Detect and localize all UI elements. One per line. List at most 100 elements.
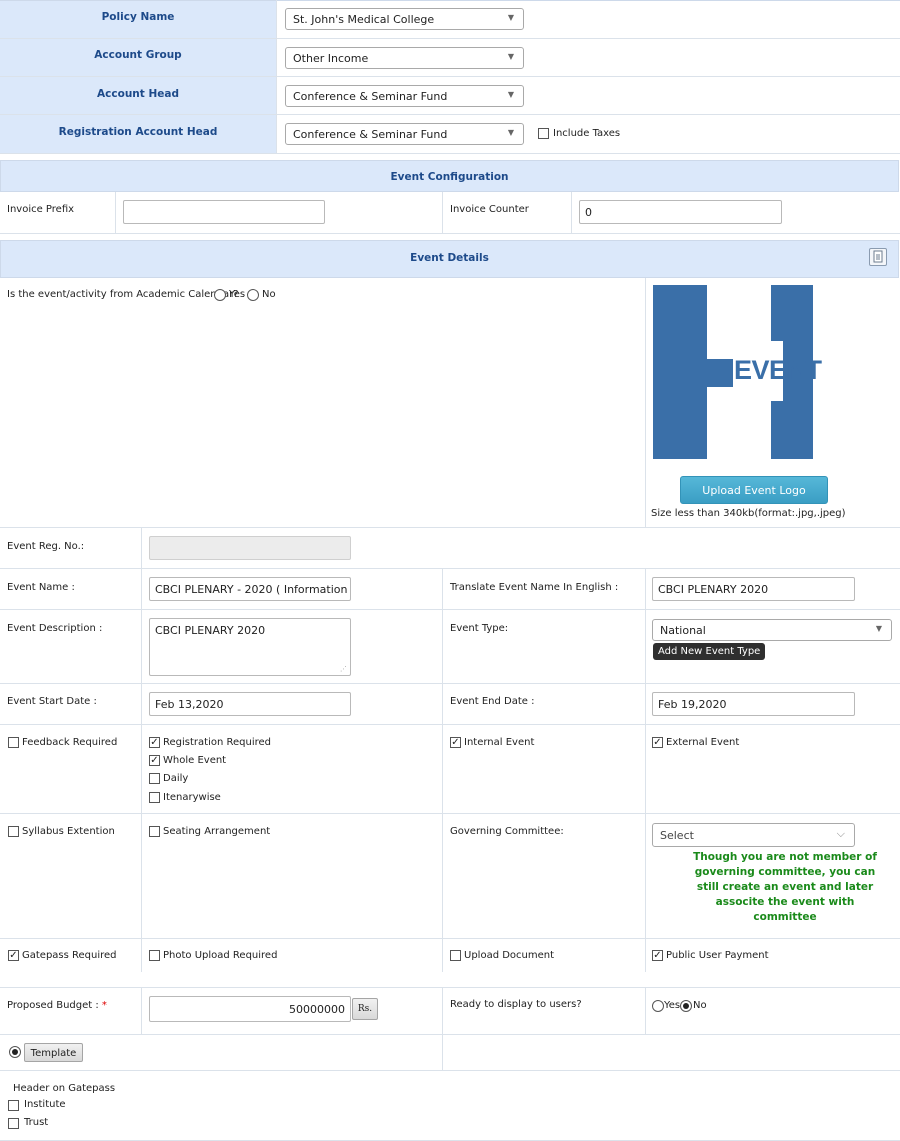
event-configuration-title: Event Configuration bbox=[390, 171, 509, 183]
invoice-prefix-input[interactable] bbox=[123, 200, 325, 224]
policy-name-select[interactable]: St. John's Medical College ▼ bbox=[285, 8, 524, 30]
event-reg-no-input[interactable] bbox=[149, 536, 351, 560]
translate-event-name-input[interactable]: CBCI PLENARY 2020 bbox=[652, 577, 855, 601]
event-details-title: Event Details bbox=[410, 252, 489, 264]
photo-upload-required-label: Photo Upload Required bbox=[163, 950, 278, 961]
chevron-down-icon: ▼ bbox=[507, 13, 514, 22]
event-type-value: National bbox=[660, 624, 706, 637]
public-user-payment-checkbox[interactable]: ✓ bbox=[652, 950, 663, 961]
template-radio[interactable] bbox=[9, 1046, 21, 1058]
event-type-label: Event Type: bbox=[450, 623, 509, 634]
document-icon[interactable] bbox=[869, 248, 887, 266]
academic-yes-label: Yes bbox=[229, 289, 246, 300]
add-new-event-type-button[interactable]: Add New Event Type bbox=[653, 643, 766, 660]
account-head-value: Conference & Seminar Fund bbox=[293, 90, 448, 103]
policy-name-label: Policy Name bbox=[101, 11, 175, 23]
account-head-select[interactable]: Conference & Seminar Fund ▼ bbox=[285, 85, 524, 107]
whole-event-checkbox[interactable]: ✓ bbox=[149, 755, 160, 766]
trust-checkbox[interactable] bbox=[8, 1118, 19, 1129]
seating-arrangement-label: Seating Arrangement bbox=[163, 826, 271, 837]
event-end-date-label: Event End Date : bbox=[450, 696, 535, 707]
itenarywise-label: Itenarywise bbox=[163, 792, 221, 803]
registration-account-head-label: Registration Account Head bbox=[58, 126, 218, 138]
event-details-header: Event Details bbox=[0, 240, 899, 278]
chevron-down-icon: ⌵ bbox=[836, 827, 845, 840]
logo-size-hint: Size less than 340kb(format:.jpg,.jpeg) bbox=[651, 508, 846, 519]
registration-required-label: Registration Required bbox=[163, 737, 271, 748]
daily-checkbox[interactable] bbox=[149, 773, 160, 784]
trust-label: Trust bbox=[24, 1117, 49, 1128]
academic-yes-radio[interactable] bbox=[214, 289, 226, 301]
account-group-value: Other Income bbox=[293, 52, 369, 65]
event-type-select[interactable]: National ▼ bbox=[652, 619, 892, 641]
include-taxes-label: Include Taxes bbox=[553, 128, 621, 139]
registration-required-checkbox[interactable]: ✓ bbox=[149, 737, 160, 748]
ready-yes-radio[interactable] bbox=[652, 1000, 664, 1012]
internal-event-label: Internal Event bbox=[464, 737, 535, 748]
governing-committee-note: Though you are not member of governing c… bbox=[693, 851, 877, 923]
governing-committee-label: Governing Committee: bbox=[450, 826, 564, 837]
chevron-down-icon: ▼ bbox=[507, 52, 514, 61]
external-event-checkbox[interactable]: ✓ bbox=[652, 737, 663, 748]
event-logo-image: EVENT bbox=[653, 285, 828, 459]
upload-document-label: Upload Document bbox=[464, 950, 555, 961]
event-description-textarea[interactable]: CBCI PLENARY 2020 bbox=[149, 618, 351, 676]
event-start-date-label: Event Start Date : bbox=[7, 696, 97, 707]
syllabus-extention-checkbox[interactable] bbox=[8, 826, 19, 837]
itenarywise-checkbox[interactable] bbox=[149, 792, 160, 803]
account-group-select[interactable]: Other Income ▼ bbox=[285, 47, 524, 69]
ready-yes-label: Yes bbox=[664, 1000, 681, 1011]
account-head-label: Account Head bbox=[97, 88, 179, 100]
currency-addon: Rs. bbox=[352, 998, 378, 1020]
include-taxes-checkbox[interactable] bbox=[538, 128, 549, 139]
gatepass-required-checkbox[interactable]: ✓ bbox=[8, 950, 19, 961]
resize-handle-icon[interactable]: ⋰ bbox=[340, 665, 347, 673]
template-button[interactable]: Template bbox=[24, 1043, 83, 1062]
invoice-prefix-label: Invoice Prefix bbox=[7, 204, 75, 215]
proposed-budget-label: Proposed Budget : * bbox=[7, 1000, 107, 1011]
event-start-date-input[interactable]: Feb 13,2020 bbox=[149, 692, 351, 716]
gatepass-required-label: Gatepass Required bbox=[22, 950, 117, 961]
translate-event-name-label: Translate Event Name In English : bbox=[450, 582, 619, 593]
institute-label: Institute bbox=[24, 1099, 66, 1110]
governing-committee-select[interactable]: Select ⌵ bbox=[652, 823, 855, 847]
chevron-down-icon: ▼ bbox=[507, 128, 514, 137]
invoice-counter-input[interactable]: 0 bbox=[579, 200, 782, 224]
academic-calendar-question: Is the event/activity from Academic Cale… bbox=[7, 289, 239, 300]
syllabus-extention-label: Syllabus Extention bbox=[22, 826, 115, 837]
chevron-down-icon: ▼ bbox=[507, 90, 514, 99]
event-description-label: Event Description : bbox=[7, 623, 103, 634]
event-reg-no-label: Event Reg. No.: bbox=[7, 541, 85, 552]
institute-checkbox[interactable] bbox=[8, 1100, 19, 1111]
upload-event-logo-button[interactable]: Upload Event Logo bbox=[680, 476, 828, 504]
ready-no-radio[interactable] bbox=[680, 1000, 692, 1012]
external-event-label: External Event bbox=[666, 737, 740, 748]
registration-account-head-select[interactable]: Conference & Seminar Fund ▼ bbox=[285, 123, 524, 145]
event-name-label: Event Name : bbox=[7, 582, 75, 593]
whole-event-label: Whole Event bbox=[163, 755, 227, 766]
upload-document-checkbox[interactable] bbox=[450, 950, 461, 961]
registration-account-head-value: Conference & Seminar Fund bbox=[293, 128, 448, 141]
policy-name-value: St. John's Medical College bbox=[293, 13, 435, 26]
account-group-label: Account Group bbox=[94, 49, 182, 61]
ready-to-display-label: Ready to display to users? bbox=[450, 999, 582, 1010]
proposed-budget-input[interactable]: 50000000 bbox=[149, 996, 351, 1022]
governing-committee-value: Select bbox=[660, 829, 694, 842]
ready-no-label: No bbox=[693, 1000, 707, 1011]
seating-arrangement-checkbox[interactable] bbox=[149, 826, 160, 837]
proposed-budget-text: Proposed Budget : bbox=[7, 1000, 99, 1011]
event-name-input[interactable]: CBCI PLENARY - 2020 ( Information Sh bbox=[149, 577, 351, 601]
academic-no-radio[interactable] bbox=[247, 289, 259, 301]
event-end-date-input[interactable]: Feb 19,2020 bbox=[652, 692, 855, 716]
event-configuration-header: Event Configuration bbox=[0, 160, 899, 192]
chevron-down-icon: ▼ bbox=[875, 624, 882, 633]
required-mark: * bbox=[101, 1000, 107, 1011]
feedback-required-checkbox[interactable] bbox=[8, 737, 19, 748]
academic-no-label: No bbox=[262, 289, 276, 300]
public-user-payment-label: Public User Payment bbox=[666, 950, 769, 961]
photo-upload-required-checkbox[interactable] bbox=[149, 950, 160, 961]
header-on-gatepass-label: Header on Gatepass bbox=[13, 1083, 116, 1094]
event-logo-text: EVENT bbox=[734, 355, 822, 385]
feedback-required-label: Feedback Required bbox=[22, 737, 118, 748]
internal-event-checkbox[interactable]: ✓ bbox=[450, 737, 461, 748]
